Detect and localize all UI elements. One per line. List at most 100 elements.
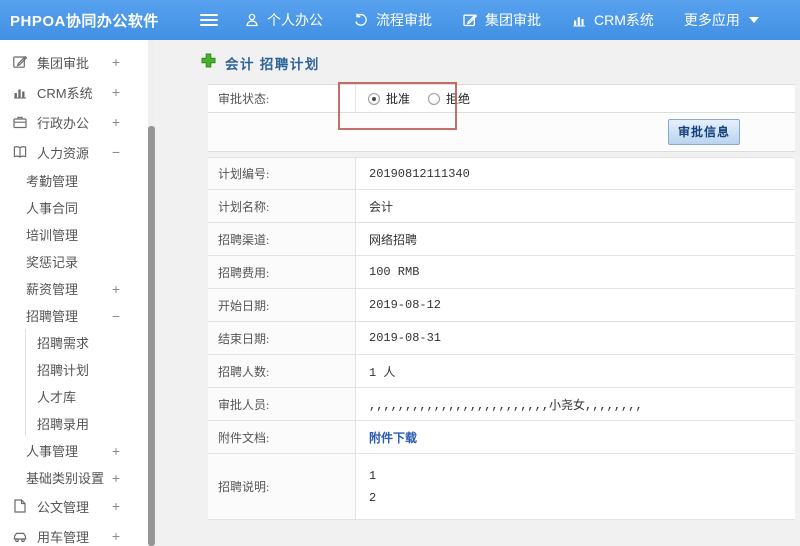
sidebar-item-label: 公文管理 (37, 499, 90, 515)
nav-process-approval[interactable]: 流程审批 (353, 10, 432, 30)
top-header: PHPOA协同办公软件 个人办公 流程审批 集团审批 CRM系统 更多应用 (0, 0, 800, 40)
form-row-value: 会计 (356, 190, 795, 222)
nav-personal-office[interactable]: 个人办公 (244, 10, 323, 30)
radio-approve[interactable] (368, 92, 380, 105)
expand-toggle-icon[interactable]: + (112, 115, 120, 129)
radio-approve-label[interactable]: 批准 (386, 90, 410, 107)
approval-section: 审批状态: 批准 拒绝 审批信息 (208, 82, 795, 152)
sidebar-scrollbar[interactable] (148, 40, 155, 546)
expand-toggle-icon[interactable]: + (112, 55, 120, 69)
sidebar-item-label: 考勤管理 (26, 174, 79, 189)
sidebar-item-label: 招聘计划 (37, 363, 90, 378)
expand-toggle-icon[interactable]: + (112, 85, 120, 99)
form-row-label: 招聘人数: (208, 355, 356, 387)
edit-icon (462, 12, 478, 28)
page-title-row: 会计 招聘计划 (155, 40, 800, 84)
doc-icon (14, 499, 26, 513)
nav-group-approval[interactable]: 集团审批 (462, 10, 541, 30)
radio-reject-label[interactable]: 拒绝 (446, 90, 470, 107)
form-row-value: 1 2 (356, 454, 795, 519)
form-row-value: 2019-08-12 (356, 289, 795, 321)
sidebar-item-10[interactable]: 招聘需求 (25, 329, 148, 356)
form-row-1: 计划名称: 会计 (208, 190, 795, 223)
sidebar-scrollbar-thumb[interactable] (148, 126, 155, 546)
approval-info-button[interactable]: 审批信息 (667, 119, 740, 145)
nav-label: 流程审批 (376, 12, 432, 28)
form-row-label: 计划编号: (208, 158, 356, 189)
form-row-label: 开始日期: (208, 289, 356, 321)
nav-crm-system[interactable]: CRM系统 (571, 10, 654, 30)
sidebar-item-7[interactable]: 奖惩记录 (0, 248, 148, 275)
sidebar-item-5[interactable]: 人事合同 (0, 194, 148, 221)
sidebar-item-6[interactable]: 培训管理 (0, 221, 148, 248)
chart-icon (14, 89, 26, 99)
form-row-label: 计划名称: (208, 190, 356, 222)
expand-toggle-icon[interactable]: + (112, 282, 120, 296)
sidebar-item-8[interactable]: 薪资管理 + (0, 275, 148, 302)
plus-icon (201, 53, 216, 73)
form-row-label: 招聘说明: (208, 454, 356, 519)
form-row-3: 招聘费用: 100 RMB (208, 256, 795, 289)
sidebar: 集团审批 + CRM系统 + 行政办公 + 人力资源 − 考勤管理 人事合同 培… (0, 40, 148, 546)
sidebar-item-14[interactable]: 人事管理 + (0, 437, 148, 464)
nav-label: 集团审批 (485, 12, 541, 28)
expand-toggle-icon[interactable]: + (112, 499, 120, 513)
approval-status-label: 审批状态: (208, 85, 356, 112)
form-row-label: 招聘渠道: (208, 223, 356, 255)
expand-toggle-icon[interactable]: − (112, 145, 120, 159)
sidebar-item-0[interactable]: 集团审批 + (0, 47, 148, 77)
sidebar-item-label: CRM系统 (37, 85, 93, 101)
sidebar-item-4[interactable]: 考勤管理 (0, 167, 148, 194)
caret-down-icon (748, 17, 759, 23)
sidebar-item-1[interactable]: CRM系统 + (0, 77, 148, 107)
sidebar-item-label: 集团审批 (37, 55, 90, 71)
sidebar-item-label: 人事管理 (26, 444, 79, 459)
sidebar-item-9[interactable]: 招聘管理 − (0, 302, 148, 329)
sidebar-item-3[interactable]: 人力资源 − (0, 137, 148, 167)
sidebar-item-label: 人才库 (37, 390, 77, 405)
sidebar-item-label: 招聘需求 (37, 336, 90, 351)
expand-toggle-icon[interactable]: + (112, 471, 120, 485)
form-row-value: 100 RMB (356, 256, 795, 288)
form-row-0: 计划编号: 20190812111340 (208, 157, 795, 190)
book-icon (13, 146, 27, 158)
radio-reject[interactable] (428, 92, 441, 105)
expand-toggle-icon[interactable]: − (112, 309, 120, 323)
expand-toggle-icon[interactable]: + (112, 444, 120, 458)
sidebar-item-17[interactable]: 用车管理 + (0, 521, 148, 546)
edit-icon (13, 55, 28, 68)
sidebar-item-label: 招聘录用 (37, 417, 90, 432)
flow-icon (353, 12, 369, 28)
app-logo: PHPOA协同办公软件 (10, 12, 159, 30)
nav-more-apps[interactable]: 更多应用 (684, 10, 759, 30)
hamburger-menu-icon[interactable] (200, 14, 218, 26)
form-row-label: 招聘费用: (208, 256, 356, 288)
approval-button-row: 审批信息 (208, 113, 795, 152)
form-row-value: ,,,,,,,,,,,,,,,,,,,,,,,,,小尧女,,,,,,,, (356, 388, 795, 420)
sidebar-item-16[interactable]: 公文管理 + (0, 491, 148, 521)
sidebar-item-label: 基础类别设置 (26, 471, 105, 486)
form-row-value: 2019-08-31 (356, 322, 795, 354)
sidebar-item-11[interactable]: 招聘计划 (25, 356, 148, 383)
form-row-label: 审批人员: (208, 388, 356, 420)
form-row-9: 招聘说明: 1 2 (208, 454, 795, 520)
form-row-7: 审批人员: ,,,,,,,,,,,,,,,,,,,,,,,,,小尧女,,,,,,… (208, 388, 795, 421)
nav-label: 更多应用 (683, 12, 740, 28)
sidebar-item-label: 奖惩记录 (26, 255, 79, 270)
attachment-download-link[interactable]: 附件下载 (369, 429, 417, 446)
nav-label: CRM系统 (594, 12, 654, 28)
form-row-2: 招聘渠道: 网络招聘 (208, 223, 795, 256)
sidebar-item-15[interactable]: 基础类别设置 + (0, 464, 148, 491)
form-row-6: 招聘人数: 1 人 (208, 355, 795, 388)
sidebar-item-label: 培训管理 (26, 228, 79, 243)
sidebar-item-label: 行政办公 (37, 115, 90, 131)
sidebar-item-2[interactable]: 行政办公 + (0, 107, 148, 137)
sidebar-item-12[interactable]: 人才库 (25, 383, 148, 410)
sidebar-item-13[interactable]: 招聘录用 (25, 410, 148, 437)
sidebar-item-label: 招聘管理 (26, 309, 79, 324)
expand-toggle-icon[interactable]: + (112, 529, 120, 543)
sidebar-item-label: 用车管理 (37, 529, 90, 545)
form-row-5: 结束日期: 2019-08-31 (208, 322, 795, 355)
briefcase-icon (13, 116, 27, 129)
approval-options: 批准 拒绝 (356, 85, 488, 112)
